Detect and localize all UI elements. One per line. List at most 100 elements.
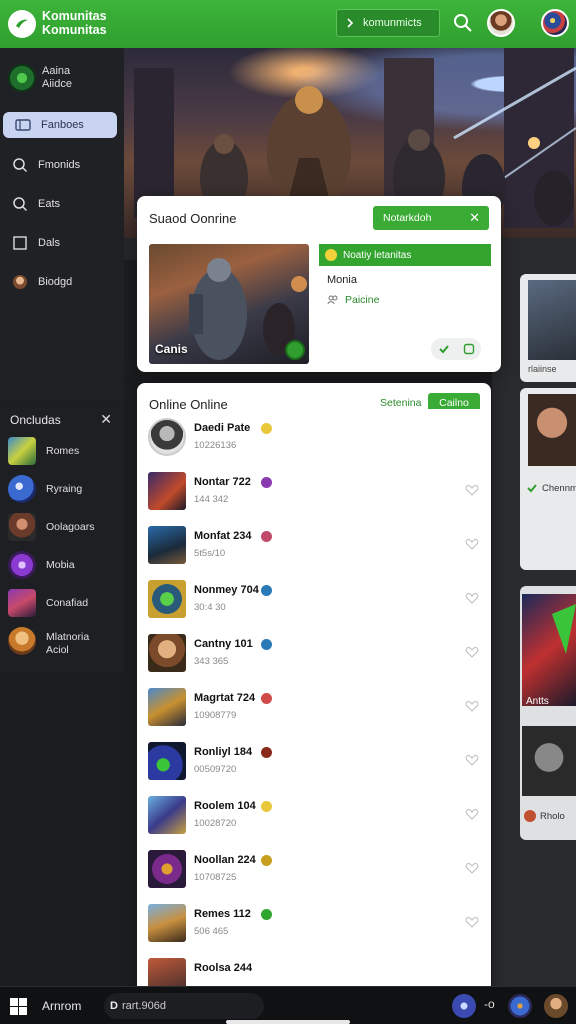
online-badge-icon	[285, 340, 305, 360]
status-badge-icon	[261, 531, 272, 542]
list-item-name: Nontar 722	[194, 476, 251, 488]
squad-title: Suaod Oonrine	[149, 211, 237, 226]
list-item[interactable]: Nontar 722 144 342	[137, 463, 491, 519]
squad-detail-status: Paicine	[327, 294, 379, 306]
online-friends-panel: Online Online Setenina Cailno Daedi Pate…	[137, 383, 491, 1024]
home-indicator	[226, 1020, 350, 1024]
list-item[interactable]: Monfat 234 5t5s/10	[137, 517, 491, 573]
square-icon[interactable]	[463, 343, 475, 355]
list-item-name: Ronliyl 184	[194, 746, 253, 758]
heart-icon[interactable]	[465, 807, 479, 821]
chevron-right-icon	[347, 18, 354, 28]
right-card-2[interactable]: Chennm	[520, 388, 576, 570]
assistant-icon[interactable]	[452, 994, 476, 1018]
game-thumbnail	[148, 580, 186, 618]
squad-image-label: Canis	[155, 342, 188, 356]
list-item[interactable]: Nonmey 704 30:4 30	[137, 571, 491, 627]
friend-item[interactable]: Ryraing	[8, 475, 124, 505]
list-item[interactable]: Remes 112 506 465	[137, 895, 491, 951]
sidebar-item-fanboes[interactable]: Fanboes	[3, 112, 117, 138]
friend-label: Oolagoars	[46, 521, 95, 533]
status-badge-icon	[261, 693, 272, 704]
friend-item[interactable]: Conafiad	[8, 589, 124, 619]
squad-actions	[431, 338, 481, 360]
squad-detail-title: Monia	[327, 274, 357, 286]
list-item-name: Roolem 104	[194, 800, 256, 812]
tablet-icon	[15, 117, 31, 133]
right-card-label: Rholo	[540, 810, 565, 822]
status-badge-icon	[261, 855, 272, 866]
list-item-meta: 144 342	[194, 494, 229, 505]
online-filter-link[interactable]: Setenina	[380, 397, 421, 409]
friend-label: Conafiad	[46, 597, 89, 609]
game-thumbnail	[148, 526, 186, 564]
community-button-label: komunmicts	[363, 17, 422, 29]
list-item[interactable]: Noollan 224 10708725	[137, 841, 491, 897]
taskbar-search[interactable]: D rart.906d	[104, 993, 264, 1019]
friend-label: Ryraing	[46, 483, 83, 495]
game-tile-icon	[8, 475, 36, 503]
search-icon	[12, 196, 28, 212]
heart-icon[interactable]	[465, 699, 479, 713]
sidebar-item-dals[interactable]: Dals	[0, 230, 118, 256]
notification-button[interactable]: Notarkdoh ✕	[373, 206, 489, 230]
right-card-image	[528, 280, 576, 360]
community-button[interactable]: komunmicts	[336, 9, 440, 37]
heart-icon[interactable]	[465, 753, 479, 767]
user-avatar[interactable]	[487, 9, 515, 37]
list-item[interactable]: Ronliyl 184 00509720	[137, 733, 491, 789]
check-icon[interactable]	[438, 343, 450, 355]
list-item-meta: 10226136	[194, 440, 237, 451]
status-dot-icon	[524, 810, 536, 822]
list-item-name: Roolsa 244	[194, 962, 253, 974]
list-item-meta: 10908779	[194, 710, 237, 721]
search-icon[interactable]	[452, 12, 474, 34]
close-icon[interactable]: ✕	[469, 210, 480, 226]
friend-item[interactable]: Romes	[8, 437, 124, 467]
list-item-name: Remes 112	[194, 908, 251, 920]
list-item-name: Cantny 101	[194, 638, 253, 650]
sidebar-profile[interactable]: Aaina Aiidce	[8, 62, 120, 96]
user-avatar[interactable]	[544, 994, 568, 1018]
heart-icon[interactable]	[465, 483, 479, 497]
game-thumbnail	[148, 634, 186, 672]
heart-icon[interactable]	[465, 537, 479, 551]
squad-image[interactable]: Canis	[149, 244, 309, 364]
start-menu-icon[interactable]	[10, 998, 27, 1015]
list-item[interactable]: Magrtat 724 10908779	[137, 679, 491, 735]
friend-item[interactable]: Oolagoars	[8, 513, 124, 543]
list-item[interactable]: Roolem 104 10028720	[137, 787, 491, 843]
game-thumbnail	[148, 472, 186, 510]
brand-name: Komunitas Komunitas	[42, 9, 107, 37]
right-card-3[interactable]: Antts Rholo	[520, 586, 576, 840]
brand-logo-icon[interactable]	[8, 10, 36, 38]
taskbar-search-text: rart.906d	[121, 1000, 166, 1012]
sidebar-item-fmonids[interactable]: Fmonids	[0, 152, 118, 178]
squad-detail-header-label: Noatiy letanitas	[343, 249, 412, 261]
heart-icon[interactable]	[465, 861, 479, 875]
list-item[interactable]: Daedi Pate 10226136	[137, 409, 491, 465]
brand-line-1: Komunitas	[42, 9, 107, 23]
heart-icon[interactable]	[465, 645, 479, 659]
app-icon[interactable]	[508, 994, 532, 1018]
square-icon	[12, 235, 28, 251]
status-badge-icon	[261, 477, 272, 488]
check-icon	[527, 484, 537, 493]
friend-item[interactable]: Mlatnoria Aciol	[8, 627, 124, 663]
star-badge-icon	[325, 249, 337, 261]
heart-icon[interactable]	[465, 915, 479, 929]
sidebar-item-biodgd[interactable]: Biodgd	[0, 269, 118, 295]
taskbar-app-label[interactable]: Arnrom	[42, 999, 81, 1013]
right-card-image	[522, 726, 576, 796]
right-card-1[interactable]: rlaiinse	[520, 274, 576, 382]
close-icon[interactable]: ✕	[100, 411, 112, 428]
sidebar-item-eats[interactable]: Eats	[0, 191, 118, 217]
avatar-icon	[8, 627, 36, 655]
friend-item[interactable]: Mobia	[8, 551, 124, 581]
list-item[interactable]: Cantny 101 343 365	[137, 625, 491, 681]
profile-avatar[interactable]	[541, 9, 569, 37]
heart-icon[interactable]	[465, 591, 479, 605]
squad-detail-header[interactable]: Noatiy letanitas	[319, 244, 491, 266]
right-card-image	[522, 594, 576, 706]
profile-name-line-1: Aaina	[42, 65, 71, 77]
